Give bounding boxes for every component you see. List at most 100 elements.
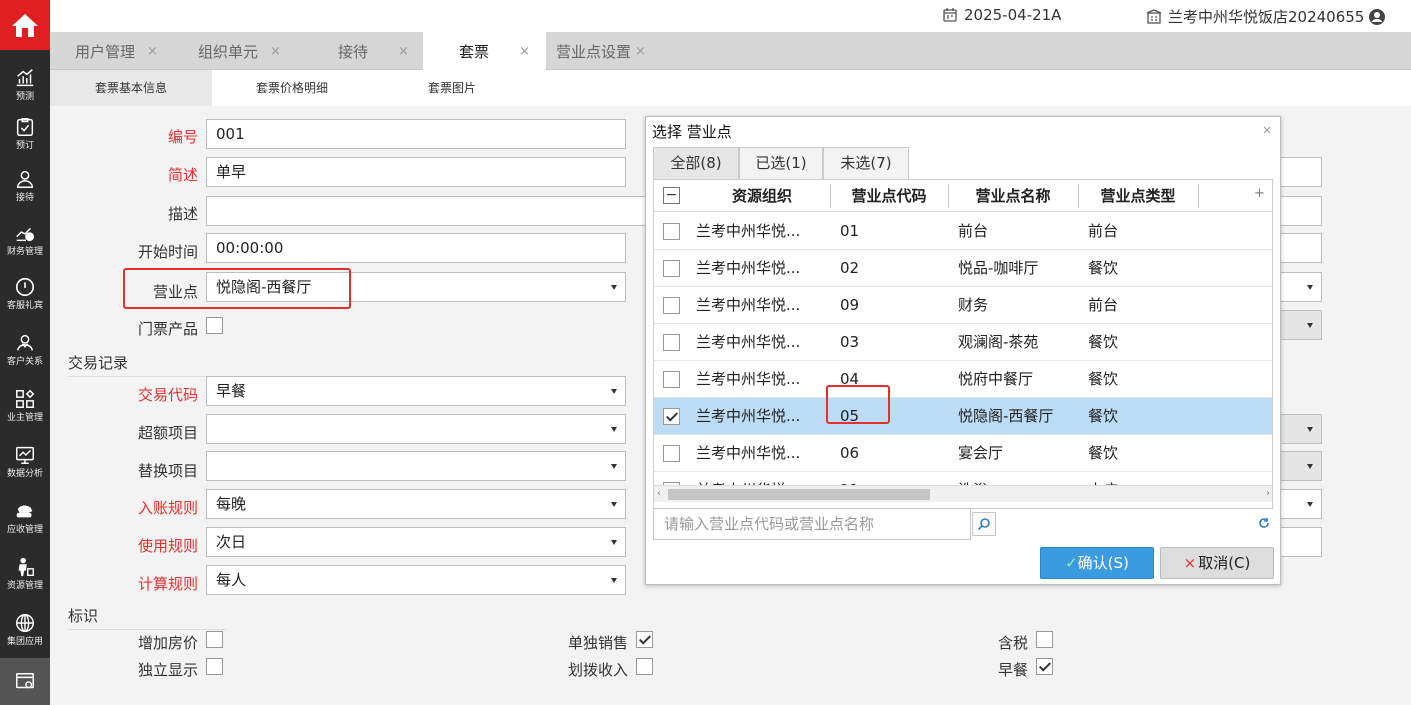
col-header-org[interactable]: 资源组织 bbox=[694, 180, 830, 212]
scroll-right-icon[interactable]: › bbox=[1266, 488, 1270, 499]
flag-checkbox-allocate-income[interactable] bbox=[636, 658, 653, 675]
column-add-icon[interactable]: + bbox=[1254, 186, 1265, 201]
subtab-price-detail[interactable]: 套票价格明细 bbox=[212, 70, 372, 106]
sidebar-item-label: 预测 bbox=[15, 92, 34, 102]
ticket-product-label: 门票产品 bbox=[137, 320, 198, 338]
ticket-product-checkbox[interactable] bbox=[206, 317, 223, 334]
sidebar-item-finance[interactable]: 财务管理 bbox=[0, 212, 50, 268]
tab-close-icon[interactable]: × bbox=[147, 44, 158, 59]
start-time-input[interactable]: 00:00:00 bbox=[206, 233, 626, 263]
group-globe-icon bbox=[16, 614, 34, 632]
reception-user-icon bbox=[16, 170, 34, 188]
business-date: 2025-04-21A bbox=[942, 6, 1061, 24]
table-row[interactable]: 兰考中州华悦... 09 财务 前台 bbox=[654, 287, 1272, 324]
trade-code-select[interactable]: 早餐 bbox=[206, 376, 626, 406]
hotel-name[interactable]: 兰考中州华悦饭店20240655 bbox=[1146, 6, 1392, 27]
sidebar-item-forecast[interactable]: 预测 bbox=[0, 57, 50, 113]
excess-item-select[interactable] bbox=[206, 414, 626, 444]
col-header-type[interactable]: 营业点类型 bbox=[1078, 180, 1198, 212]
flag-label-sell-separately: 单独销售 bbox=[567, 634, 628, 652]
select-all-toggle[interactable]: − bbox=[663, 187, 680, 204]
tab-close-icon[interactable]: × bbox=[398, 44, 409, 59]
cell-code: 05 bbox=[840, 407, 860, 425]
table-row[interactable]: 兰考中州华悦... 03 观澜阁-茶苑 餐饮 bbox=[654, 324, 1272, 361]
confirm-label: 确认(S) bbox=[1077, 554, 1129, 572]
posting-rule-select[interactable]: 每晚 bbox=[206, 489, 626, 519]
sidebar-item-settings[interactable] bbox=[0, 658, 50, 705]
tab-close-icon[interactable]: × bbox=[270, 44, 281, 59]
search-icon bbox=[977, 518, 990, 531]
dialog-close-icon[interactable]: × bbox=[1262, 123, 1272, 137]
scrollbar-thumb[interactable] bbox=[668, 489, 930, 500]
flag-checkbox-sell-separately[interactable] bbox=[636, 631, 653, 648]
brief-input[interactable]: 单早 bbox=[206, 157, 626, 187]
flag-label-tax-included: 含税 bbox=[997, 634, 1028, 652]
row-checkbox[interactable] bbox=[663, 334, 680, 351]
home-button[interactable] bbox=[0, 0, 50, 50]
sidebar-item-reception[interactable]: 接待 bbox=[0, 158, 50, 214]
outlet-select[interactable]: 悦隐阁-西餐厅 bbox=[206, 272, 626, 302]
confirm-button[interactable]: ✓确认(S) bbox=[1040, 547, 1154, 579]
tab-label: 组织单元 bbox=[198, 42, 259, 61]
col-header-name[interactable]: 营业点名称 bbox=[948, 180, 1078, 212]
dialog-tab-unselected[interactable]: 未选(7) bbox=[823, 147, 909, 179]
start-time-label: 开始时间 bbox=[137, 243, 198, 261]
analytics-monitor-icon bbox=[16, 446, 34, 464]
cell-name: 悦品-咖啡厅 bbox=[958, 259, 1039, 277]
sidebar-item-booking[interactable]: 预订 bbox=[0, 106, 50, 162]
dialog-tab-all[interactable]: 全部(8) bbox=[653, 147, 739, 179]
row-checkbox[interactable] bbox=[663, 223, 680, 240]
table-row[interactable]: 兰考中州华悦... 06 宴会厅 餐饮 bbox=[654, 435, 1272, 472]
usage-rule-select[interactable]: 次日 bbox=[206, 527, 626, 557]
row-checkbox[interactable] bbox=[663, 297, 680, 314]
flag-checkbox-tax-included[interactable] bbox=[1036, 631, 1053, 648]
tab-user-management[interactable]: 用户管理 × bbox=[50, 32, 180, 70]
user-account-icon[interactable] bbox=[1368, 8, 1386, 26]
row-checkbox[interactable] bbox=[663, 371, 680, 388]
sidebar-item-resource[interactable]: 资源管理 bbox=[0, 546, 50, 602]
subtab-basic-info[interactable]: 套票基本信息 bbox=[50, 70, 212, 106]
subtab-images[interactable]: 套票图片 bbox=[372, 70, 532, 106]
table-row[interactable]: 兰考中州华悦... 01 前台 前台 bbox=[654, 213, 1272, 250]
cell-type: 前台 bbox=[1088, 296, 1119, 314]
calc-rule-select[interactable]: 每人 bbox=[206, 565, 626, 595]
settings-window-icon bbox=[16, 672, 34, 688]
sidebar-item-analytics[interactable]: 数据分析 bbox=[0, 434, 50, 490]
refresh-icon[interactable] bbox=[1258, 517, 1270, 529]
search-button[interactable] bbox=[972, 512, 996, 536]
sidebar-item-customer[interactable]: 客户关系 bbox=[0, 322, 50, 378]
replace-item-select[interactable] bbox=[206, 451, 626, 481]
horizontal-scrollbar[interactable]: ‹ › bbox=[654, 485, 1272, 502]
col-header-code[interactable]: 营业点代码 bbox=[830, 180, 948, 212]
code-input[interactable]: 001 bbox=[206, 119, 626, 149]
dialog-tab-selected[interactable]: 已选(1) bbox=[739, 147, 823, 179]
tab-org-unit[interactable]: 组织单元 × bbox=[180, 32, 300, 70]
scroll-left-icon[interactable]: ‹ bbox=[657, 488, 661, 499]
table-row[interactable]: 兰考中州华悦... 02 悦品-咖啡厅 餐饮 bbox=[654, 250, 1272, 287]
row-checkbox[interactable] bbox=[663, 260, 680, 277]
tab-reception[interactable]: 接待 × bbox=[300, 32, 420, 70]
sidebar-item-concierge[interactable]: 客服礼宾 bbox=[0, 266, 50, 322]
flag-label-separate-display: 独立显示 bbox=[137, 661, 198, 679]
flag-checkbox-separate-display[interactable] bbox=[206, 658, 223, 675]
tab-outlet-settings[interactable]: 营业点设置 × bbox=[546, 32, 668, 70]
flag-checkbox-add-room-rate[interactable] bbox=[206, 631, 223, 648]
row-checkbox[interactable] bbox=[663, 408, 680, 425]
outlet-search-input[interactable]: 请输入营业点代码或营业点名称 bbox=[653, 508, 971, 540]
sidebar-item-receivable[interactable]: 应收管理 bbox=[0, 490, 50, 546]
sidebar-item-owner[interactable]: 业主管理 bbox=[0, 378, 50, 434]
tab-close-icon[interactable]: × bbox=[635, 44, 646, 59]
sidebar-item-group[interactable]: 集团应用 bbox=[0, 602, 50, 658]
table-row[interactable]: 兰考中州华悦... 04 悦府中餐厅 餐饮 bbox=[654, 361, 1272, 398]
cell-org: 兰考中州华悦... bbox=[696, 370, 801, 388]
tab-package[interactable]: 套票 × bbox=[423, 32, 546, 71]
flag-checkbox-breakfast[interactable] bbox=[1036, 658, 1053, 675]
tab-close-icon[interactable]: × bbox=[519, 44, 530, 59]
table-row[interactable]: 兰考中州华悦... 05 悦隐阁-西餐厅 餐饮 bbox=[654, 398, 1272, 435]
row-checkbox[interactable] bbox=[663, 445, 680, 462]
usage-rule-label: 使用规则 bbox=[137, 537, 198, 555]
cancel-button[interactable]: × 取消(C) bbox=[1160, 547, 1274, 579]
posting-rule-label: 入账规则 bbox=[137, 499, 198, 517]
description-input[interactable] bbox=[206, 196, 646, 226]
sidebar-item-label: 财务管理 bbox=[6, 247, 43, 257]
